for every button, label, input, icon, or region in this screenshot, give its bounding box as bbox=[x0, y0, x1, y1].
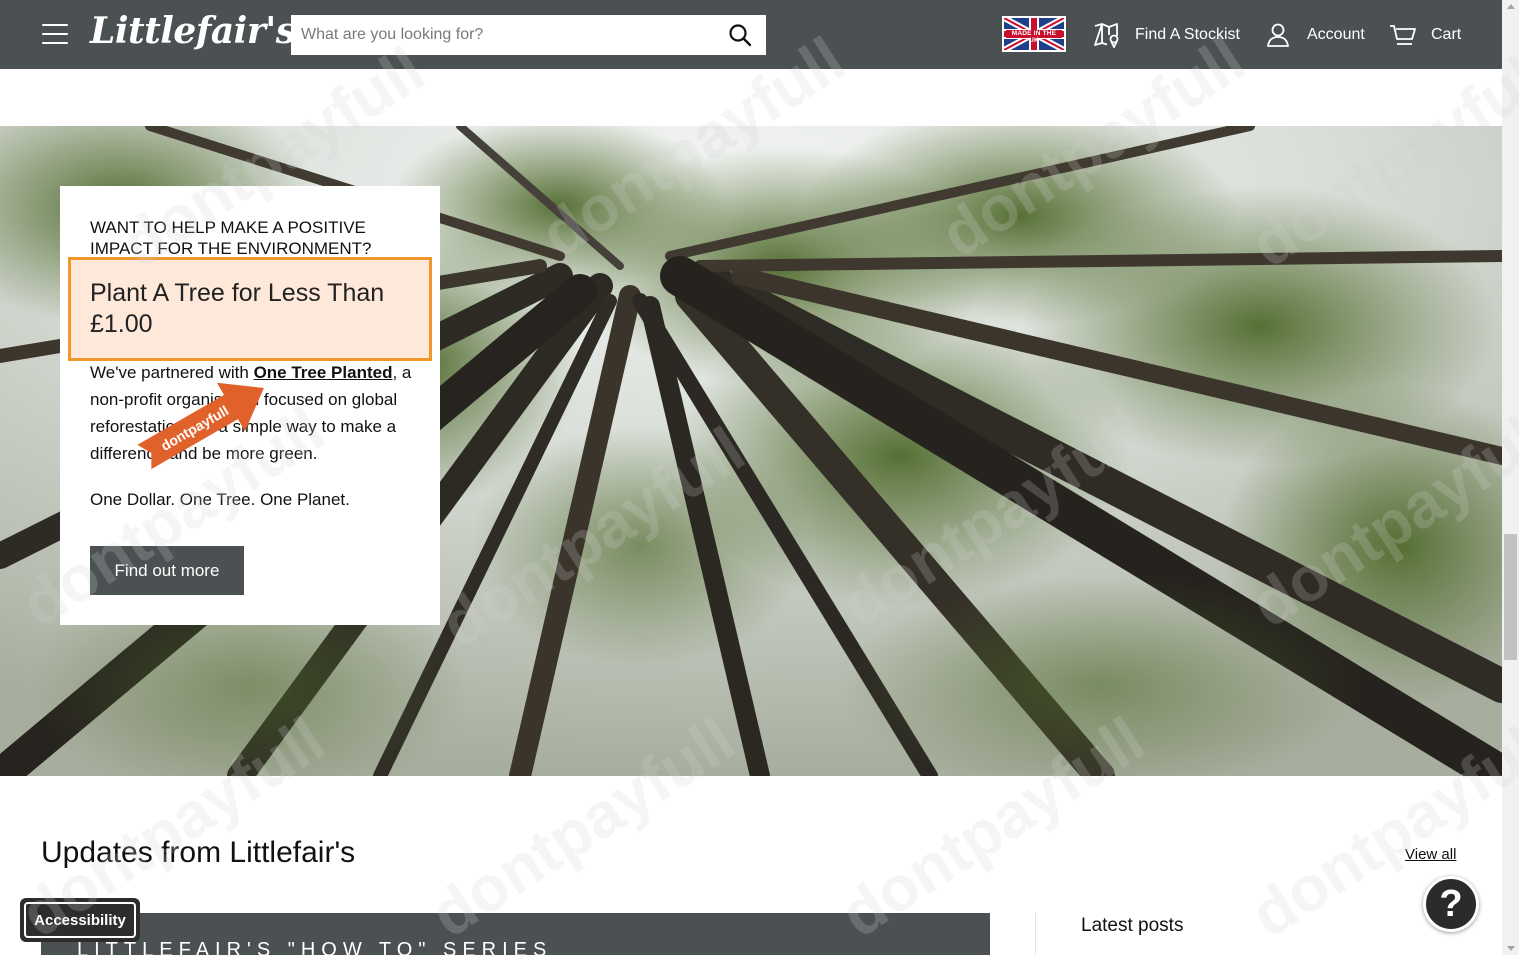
search-icon[interactable] bbox=[728, 23, 752, 47]
account-label: Account bbox=[1307, 26, 1365, 43]
series-label: LITTLEFAIR'S "HOW TO" SERIES bbox=[77, 939, 553, 955]
view-all-link[interactable]: View all bbox=[1405, 846, 1456, 863]
column-divider bbox=[1035, 913, 1036, 955]
help-button[interactable]: ? bbox=[1423, 876, 1479, 932]
site-header: Littlefair's MADE IN THE UK Fi bbox=[0, 0, 1502, 69]
scroll-down-icon[interactable] bbox=[1507, 946, 1515, 951]
annotation-arrow-icon: dontpayfull bbox=[137, 382, 264, 470]
find-stockist-link[interactable]: Find A Stockist bbox=[1093, 20, 1240, 50]
find-out-more-button[interactable]: Find out more bbox=[90, 546, 244, 595]
search-input[interactable] bbox=[291, 15, 711, 55]
cart-label: Cart bbox=[1431, 26, 1462, 43]
flag-label: MADE IN THE UK bbox=[1011, 30, 1057, 44]
promo-title: Plant A Tree for Less Than £1.00 bbox=[90, 279, 385, 338]
map-icon bbox=[1094, 23, 1119, 48]
cart-icon bbox=[1390, 25, 1416, 45]
site-logo[interactable]: Littlefair's bbox=[90, 10, 296, 52]
user-icon bbox=[1267, 23, 1289, 47]
updates-heading: Updates from Littlefair's bbox=[41, 836, 356, 869]
cart-link[interactable]: Cart bbox=[1389, 20, 1461, 50]
menu-icon[interactable] bbox=[42, 24, 68, 46]
latest-posts-heading: Latest posts bbox=[1081, 915, 1184, 936]
account-link[interactable]: Account bbox=[1267, 20, 1365, 50]
promo-eyebrow: WANT TO HELP MAKE A POSITIVE IMPACT FOR … bbox=[90, 218, 372, 258]
accessibility-label: Accessibility bbox=[24, 902, 136, 938]
scroll-up-icon[interactable] bbox=[1507, 4, 1515, 9]
accessibility-button[interactable]: Accessibility bbox=[20, 898, 140, 942]
made-in-uk-flag: MADE IN THE UK bbox=[1002, 16, 1066, 52]
scroll-thumb[interactable] bbox=[1504, 534, 1517, 660]
page-scrollbar[interactable] bbox=[1502, 0, 1519, 955]
stockist-label: Find A Stockist bbox=[1135, 26, 1240, 43]
search-bar bbox=[291, 15, 766, 55]
promo-tagline: One Dollar. One Tree. One Planet. bbox=[90, 490, 350, 509]
series-banner[interactable]: LITTLEFAIR'S "HOW TO" SERIES bbox=[41, 913, 990, 955]
